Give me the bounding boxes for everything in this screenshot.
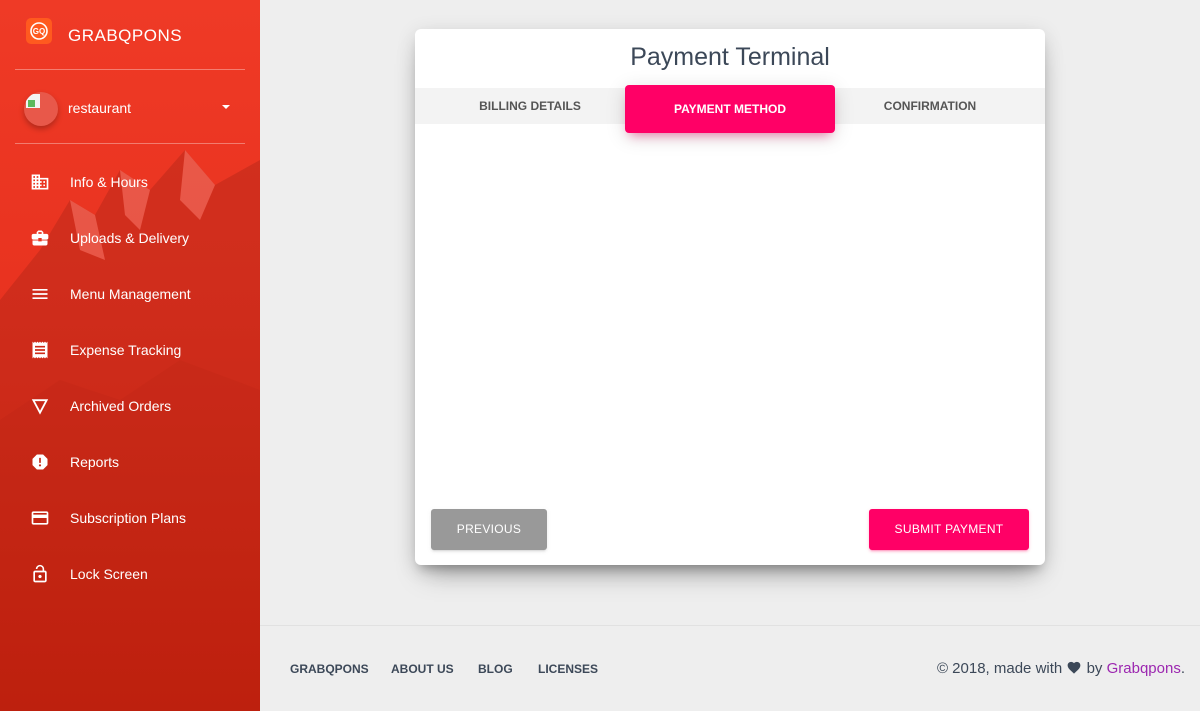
previous-button[interactable]: PREVIOUS bbox=[431, 509, 547, 550]
sidebar-item-uploads-delivery[interactable]: Uploads & Delivery bbox=[15, 210, 245, 266]
credit-card-icon bbox=[31, 511, 49, 525]
copyright-suffix: . bbox=[1180, 660, 1185, 677]
copyright-prefix: © 2018, made with bbox=[936, 660, 1063, 677]
footer: GRABQPONS ABOUT US BLOG LICENSES © 2018,… bbox=[260, 625, 1200, 711]
sidebar-item-archived-orders[interactable]: Archived Orders bbox=[15, 378, 245, 434]
heart-icon bbox=[1068, 661, 1081, 674]
sidebar-item-label: Uploads & Delivery bbox=[70, 230, 190, 246]
broken-image-icon bbox=[26, 94, 40, 108]
copyright-by: by bbox=[1086, 660, 1103, 677]
card-title: Payment Terminal bbox=[630, 43, 830, 71]
lock-open-icon bbox=[33, 564, 47, 583]
sidebar-item-label: Menu Management bbox=[70, 286, 191, 302]
username: restaurant bbox=[68, 100, 132, 116]
caret-down-icon bbox=[222, 105, 230, 109]
sidebar-item-lock-screen[interactable]: Lock Screen bbox=[15, 546, 245, 602]
sidebar-item-label: Lock Screen bbox=[70, 566, 148, 582]
sidebar-item-label: Subscription Plans bbox=[70, 510, 186, 526]
sidebar-item-label: Expense Tracking bbox=[70, 342, 182, 358]
tab-billing-details[interactable]: BILLING DETAILS bbox=[415, 88, 645, 124]
avatar bbox=[24, 92, 58, 126]
tab-confirmation[interactable]: CONFIRMATION bbox=[835, 88, 1025, 124]
briefcase-icon bbox=[31, 230, 49, 246]
sidebar-item-label: Info & Hours bbox=[70, 174, 148, 190]
footer-link-blog[interactable]: BLOG bbox=[478, 662, 513, 676]
receipt-icon bbox=[32, 341, 48, 359]
sidebar-item-menu-management[interactable]: Menu Management bbox=[15, 266, 245, 322]
svg-text:GQ: GQ bbox=[33, 27, 45, 36]
sidebar-item-label: Reports bbox=[70, 454, 120, 470]
sidebar-item-label: Archived Orders bbox=[70, 398, 172, 414]
sidebar-nav: Info & Hours Uploads & Delivery Menu Man… bbox=[15, 154, 245, 602]
copyright-brand-link[interactable]: Grabqpons bbox=[1107, 660, 1181, 677]
sidebar-item-expense-tracking[interactable]: Expense Tracking bbox=[15, 322, 245, 378]
brand-name: GRABQPONS bbox=[68, 26, 183, 45]
menu-icon bbox=[32, 289, 48, 299]
footer-link-licenses[interactable]: LICENSES bbox=[538, 662, 598, 676]
sidebar-item-info-hours[interactable]: Info & Hours bbox=[15, 154, 245, 210]
sidebar-item-subscription-plans[interactable]: Subscription Plans bbox=[15, 490, 245, 546]
tab-payment-method[interactable]: PAYMENT METHOD bbox=[625, 85, 835, 133]
triangle-down-icon bbox=[31, 399, 49, 415]
sidebar-brand[interactable]: GQ GRABQPONS bbox=[15, 0, 245, 70]
alert-octagon-icon bbox=[32, 454, 48, 470]
sidebar: GQ GRABQPONS restaurant Info & Hours Upl… bbox=[0, 0, 260, 711]
submit-payment-button[interactable]: SUBMIT PAYMENT bbox=[869, 509, 1029, 550]
footer-link-about-us[interactable]: ABOUT US bbox=[391, 662, 454, 676]
building-icon bbox=[31, 174, 49, 190]
grabqpons-logo-icon: GQ bbox=[26, 18, 52, 44]
copyright: © 2018, made with by Grabqpons. bbox=[937, 660, 1185, 677]
sidebar-item-reports[interactable]: Reports bbox=[15, 434, 245, 490]
footer-link-grabqpons[interactable]: GRABQPONS bbox=[290, 662, 369, 676]
payment-wizard-card: Payment Terminal BILLING DETAILS CONFIRM… bbox=[415, 29, 1045, 565]
user-menu[interactable]: restaurant bbox=[15, 70, 245, 144]
